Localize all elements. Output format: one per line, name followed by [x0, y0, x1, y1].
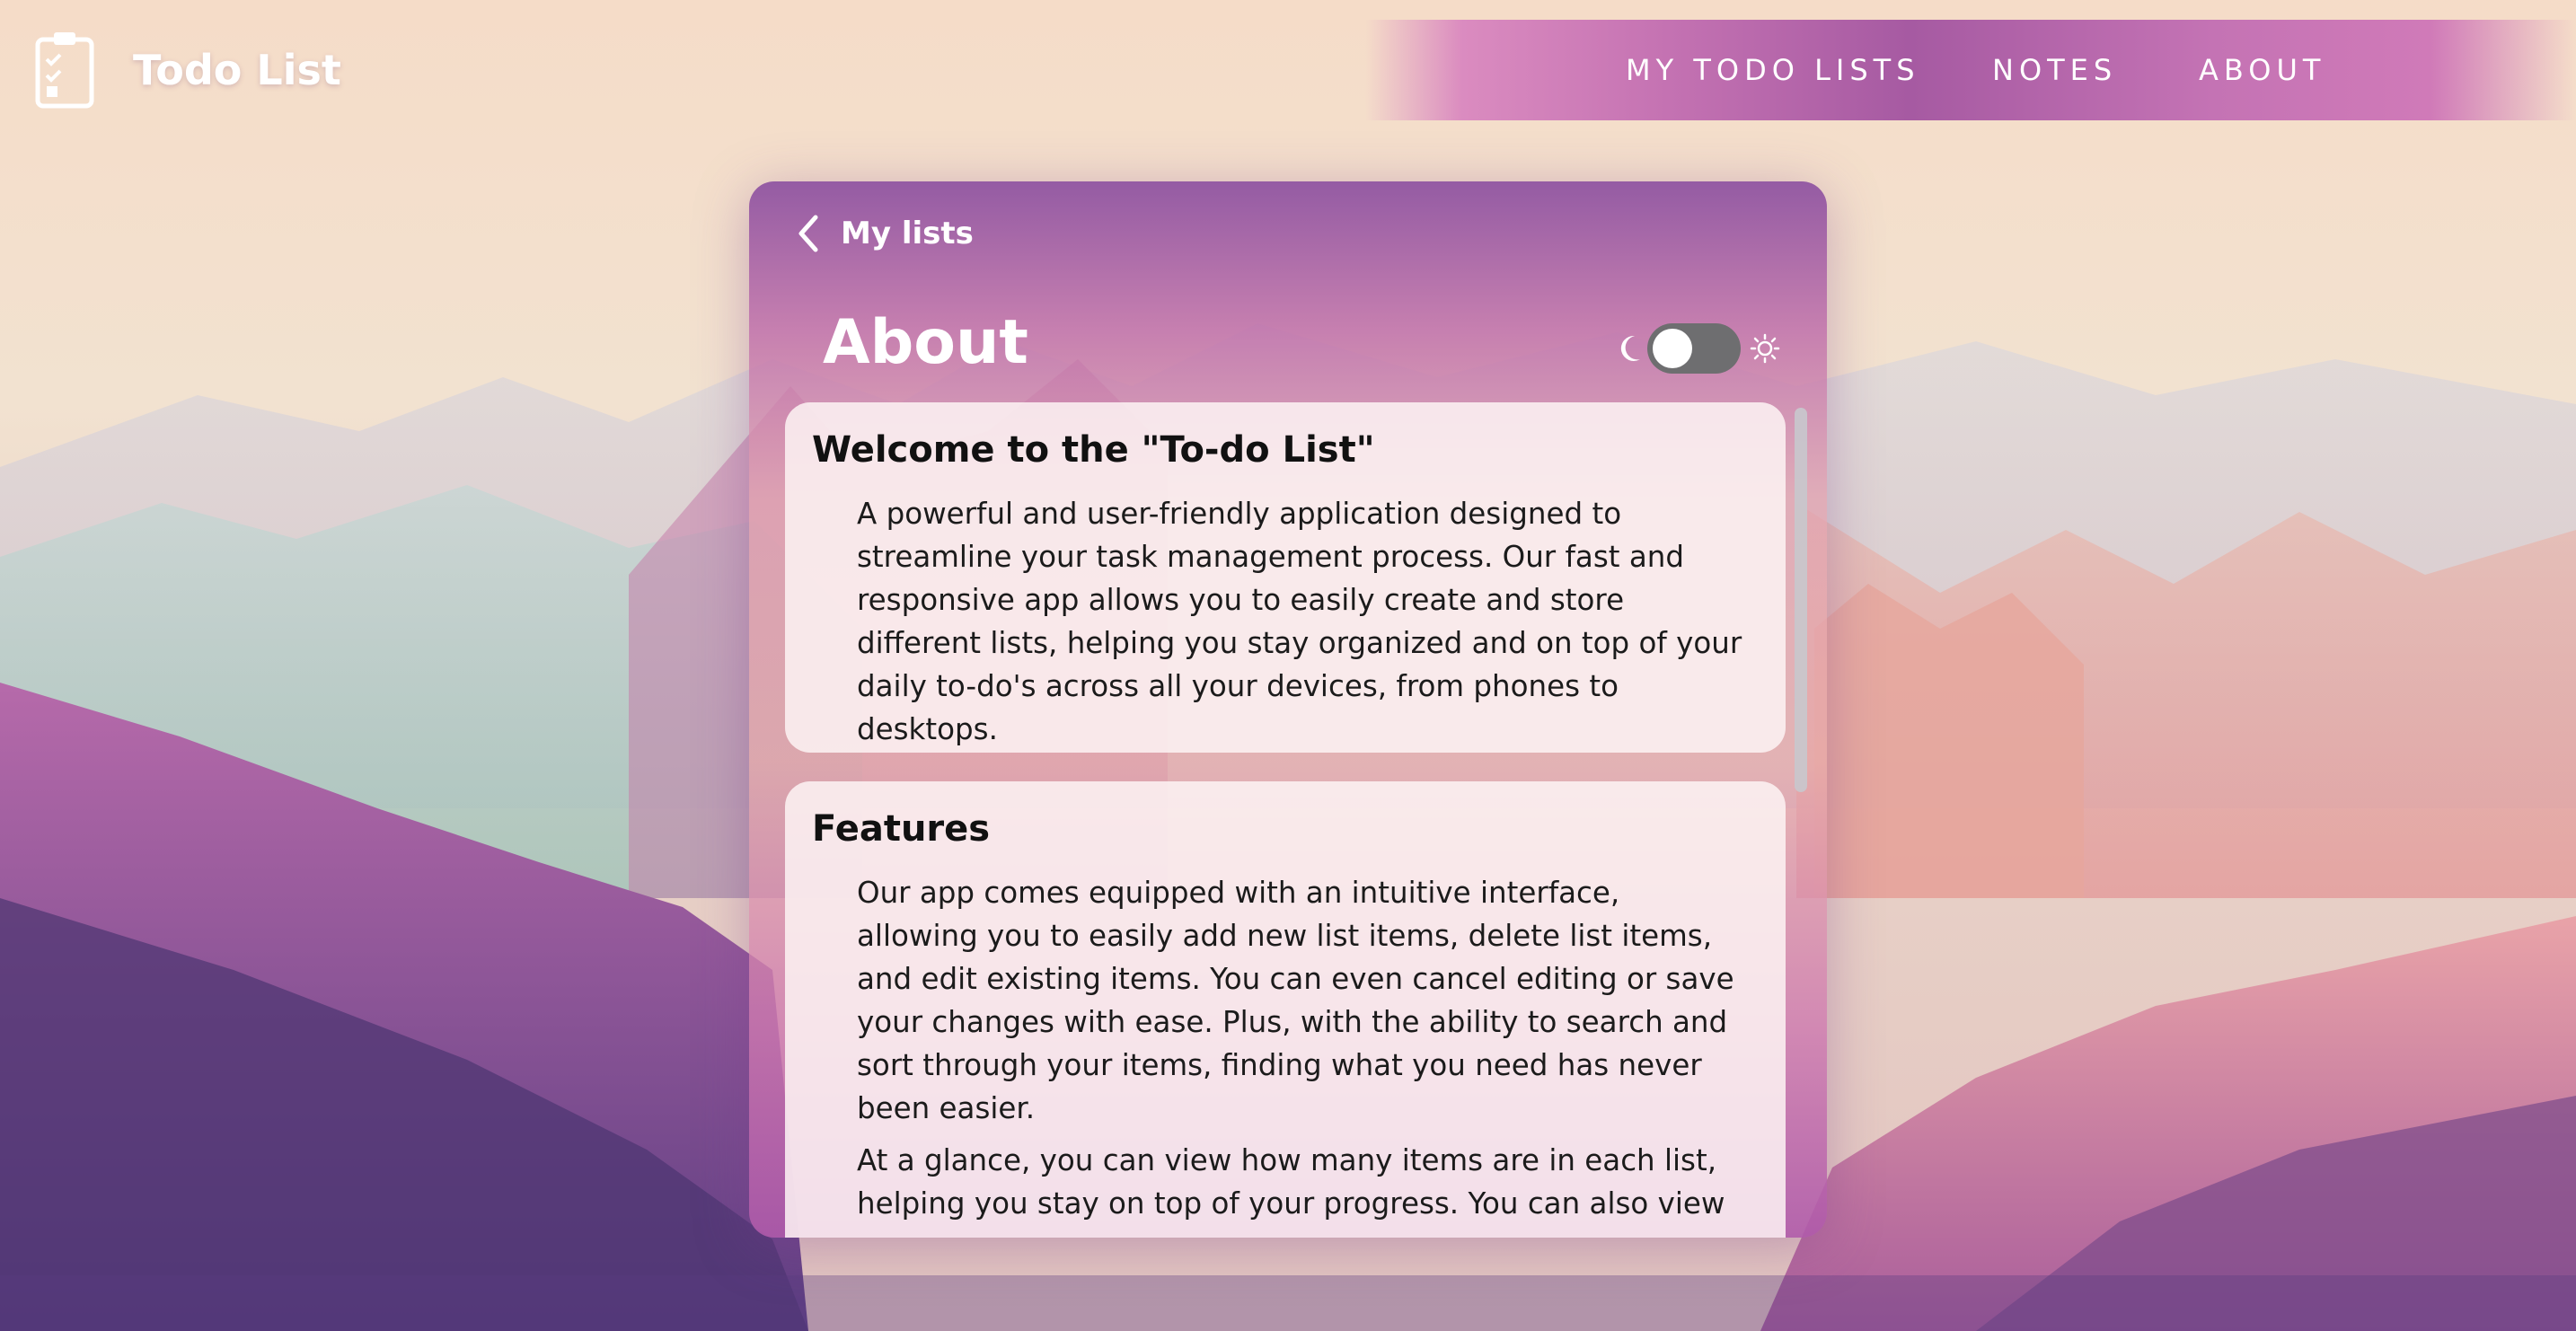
welcome-card: Welcome to the "To-do List" A powerful a… [785, 402, 1786, 753]
clipboard-checklist-icon [35, 32, 94, 109]
welcome-heading: Welcome to the "To-do List" [812, 429, 1375, 471]
sun-icon [1750, 333, 1780, 364]
content-scrollbar[interactable] [1795, 402, 1809, 1238]
app-title: Todo List [133, 46, 341, 94]
nav-about[interactable]: ABOUT [2199, 20, 2325, 120]
theme-toggle [1615, 323, 1780, 374]
app-brand[interactable]: Todo List [34, 31, 341, 110]
nav-notes[interactable]: NOTES [1992, 20, 2117, 120]
back-to-my-lists-link[interactable]: My lists [794, 214, 974, 253]
top-navigation: MY TODO LISTS NOTES ABOUT [1365, 20, 2576, 120]
theme-switch-knob [1653, 329, 1692, 368]
page-title: About [823, 307, 1028, 378]
chevron-left-icon [798, 215, 818, 252]
back-link-label: My lists [841, 216, 974, 251]
features-paragraph-2: At a glance, you can view how many items… [857, 1143, 1725, 1221]
moon-icon [1620, 335, 1640, 361]
features-heading: Features [812, 808, 991, 850]
features-paragraph-1: Our app comes equipped with an intuitive… [857, 876, 1734, 1125]
theme-switch[interactable] [1647, 323, 1741, 374]
content-scrollbar-thumb[interactable] [1795, 408, 1807, 792]
about-content-scroll-area[interactable]: Welcome to the "To-do List" A powerful a… [785, 402, 1786, 1238]
welcome-paragraph: A powerful and user-friendly application… [857, 497, 1742, 746]
nav-my-todo-lists[interactable]: MY TODO LISTS [1626, 20, 1920, 120]
features-card: Features Our app comes equipped with an … [785, 781, 1786, 1238]
about-panel: My lists About Welcome to the "To-do Lis… [749, 181, 1827, 1238]
